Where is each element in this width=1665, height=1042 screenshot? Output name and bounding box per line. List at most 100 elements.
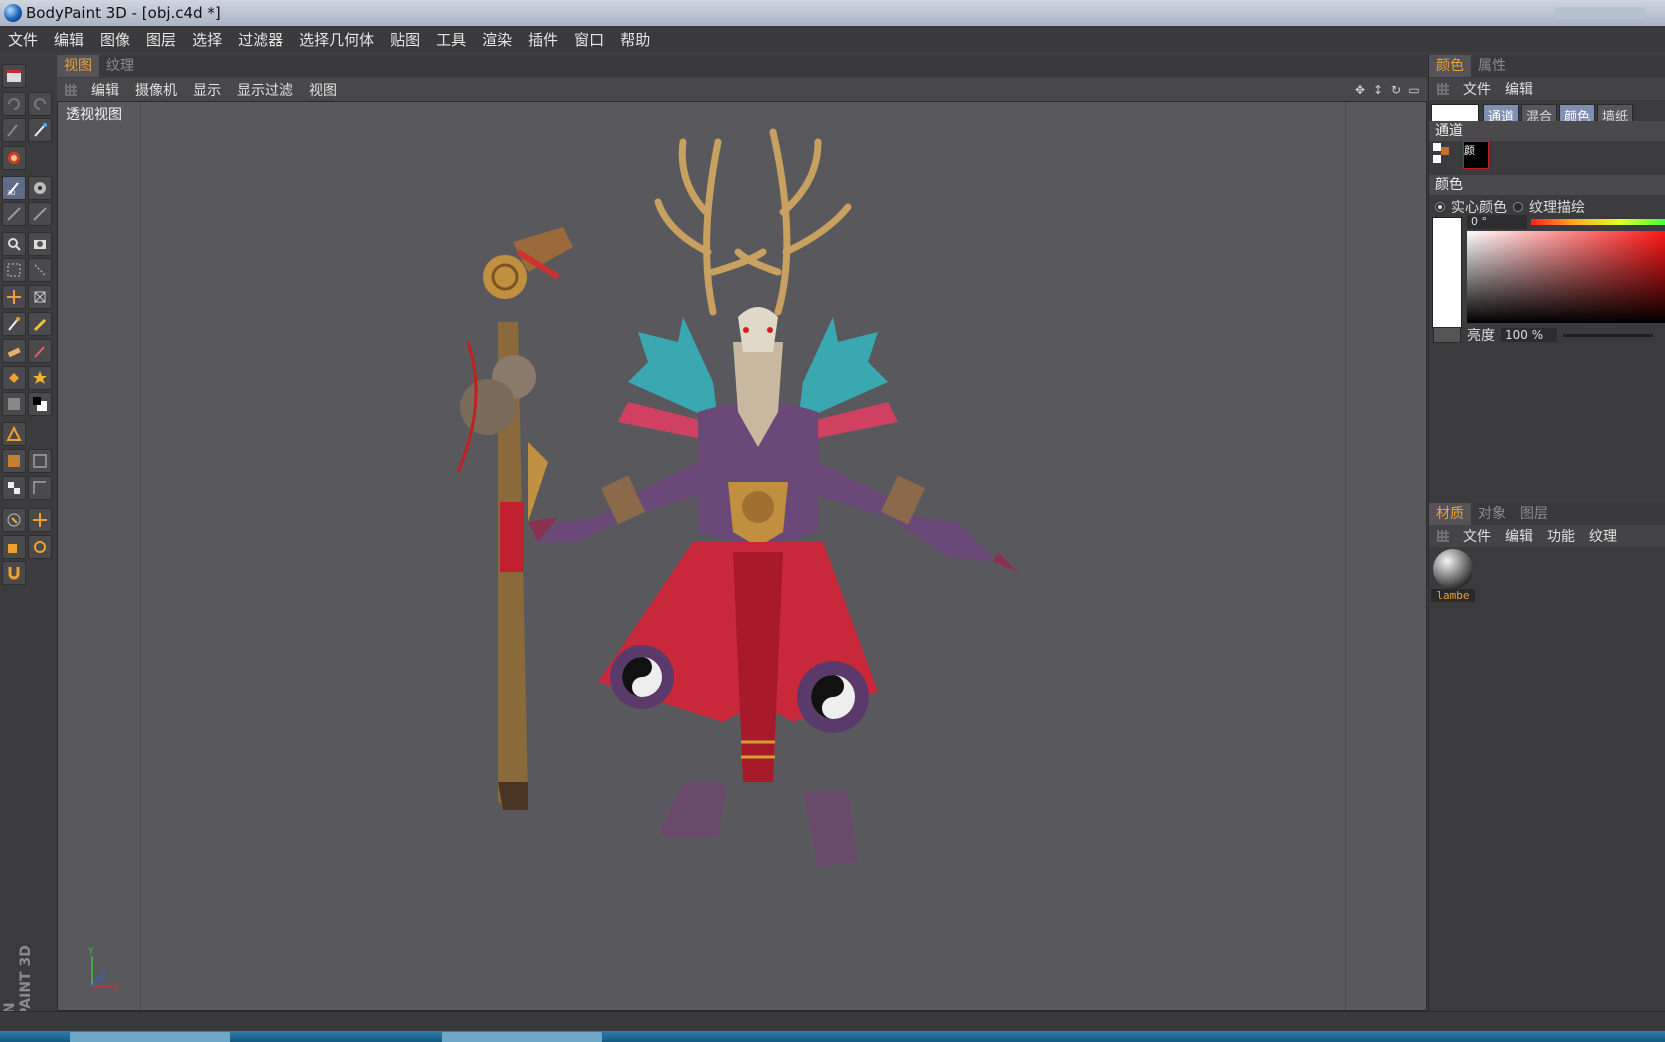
tab-objects[interactable]: 对象 [1471,503,1513,525]
undo-icon[interactable] [2,92,26,116]
paint-3d-icon[interactable]: 3D [2,176,26,200]
material-sphere-icon [1433,549,1473,589]
channel-swatch-icon[interactable] [1433,143,1453,167]
fill-bucket-icon[interactable] [2,366,26,390]
tab-layers[interactable]: 图层 [1513,503,1555,525]
brightness-toggle[interactable] [1433,327,1461,343]
tab-texture[interactable]: 纹理 [99,55,141,77]
lasso-select-icon[interactable] [28,258,52,282]
brightness-row: 亮度 100 % [1433,325,1665,345]
magnet-icon[interactable] [2,561,26,585]
brightness-slider[interactable] [1563,333,1653,337]
mat-menu-function[interactable]: 功能 [1547,526,1575,546]
live-select-icon[interactable] [2,508,26,532]
radio-texture-label[interactable]: 纹理描绘 [1529,197,1585,217]
vp-menu-view[interactable]: 视图 [309,80,337,100]
tab-attributes[interactable]: 属性 [1471,55,1513,77]
mat-menu-file[interactable]: 文件 [1463,526,1491,546]
uv-polygon-icon[interactable] [2,422,26,446]
mat-menu-edit[interactable]: 编辑 [1505,526,1533,546]
taskbar-item[interactable] [70,1032,230,1042]
menu-tools[interactable]: 工具 [436,29,466,50]
hue-input[interactable]: 0 ° [1467,215,1527,229]
hue-slider[interactable] [1531,219,1665,225]
vp-menu-display[interactable]: 显示 [193,80,221,100]
brush-icon[interactable] [2,312,26,336]
grip-icon[interactable] [1437,530,1449,542]
menu-edit[interactable]: 编辑 [54,29,84,50]
menu-select-geometry[interactable]: 选择几何体 [299,29,374,50]
material-name: lambe [1431,589,1475,602]
channel-row: 颜 [1433,141,1513,171]
eyedropper-icon[interactable] [28,339,52,363]
menu-select[interactable]: 选择 [192,29,222,50]
uv-mesh-icon[interactable] [28,476,52,500]
taskbar-item[interactable] [442,1032,602,1042]
paint-setup-icon[interactable] [28,176,52,200]
window-title: BodyPaint 3D - [obj.c4d *] [26,4,221,22]
material-thumbnail[interactable]: lambe [1431,547,1475,603]
viewport-tabs: 视图 纹理 [57,55,1427,77]
color-menu-file[interactable]: 文件 [1463,79,1491,99]
color-menu-edit[interactable]: 编辑 [1505,79,1533,99]
menu-plugins[interactable]: 插件 [528,29,558,50]
brightness-input[interactable]: 100 % [1501,328,1557,342]
render-icon[interactable] [2,146,26,170]
menu-layer[interactable]: 图层 [146,29,176,50]
radio-texture-icon[interactable] [1513,202,1523,212]
menu-help[interactable]: 帮助 [620,29,650,50]
window-controls[interactable] [1555,7,1645,19]
grip-icon[interactable] [65,83,77,96]
menu-filter[interactable]: 过滤器 [238,29,283,50]
axis-gizmo: Y Z X [87,947,119,992]
color-panel-tabs: 颜色 属性 [1429,55,1665,77]
magic-wand-icon[interactable] [28,118,52,142]
vp-menu-edit[interactable]: 编辑 [91,80,119,100]
menu-render[interactable]: 渲染 [482,29,512,50]
checker-icon[interactable] [2,476,26,500]
maximize-icon[interactable]: ▭ [1407,83,1421,97]
tab-color[interactable]: 颜色 [1429,55,1471,77]
scale-icon[interactable] [2,535,26,559]
menu-window[interactable]: 窗口 [574,29,604,50]
radio-solid-icon[interactable] [1435,202,1445,212]
saturation-value-picker[interactable] [1467,231,1665,323]
gradient-icon[interactable] [2,392,26,416]
radio-solid-label[interactable]: 实心颜色 [1451,197,1507,217]
camera-icon[interactable] [28,232,52,256]
channel-color-item[interactable]: 颜 [1463,141,1489,169]
vp-menu-display-filter[interactable]: 显示过滤 [237,80,293,100]
perspective-viewport[interactable]: 透视视图 Y Z X [57,101,1427,1011]
uv-points-icon[interactable] [2,449,26,473]
redo-icon[interactable] [28,92,52,116]
projection-paint-icon[interactable] [2,118,26,142]
viewport-nav: ✥ ↕ ↻ ▭ [1353,78,1427,101]
uv-edit-alt-icon[interactable] [28,202,52,226]
menu-texture[interactable]: 贴图 [390,29,420,50]
vp-menu-camera[interactable]: 摄像机 [135,80,177,100]
zoom-icon[interactable]: ↕ [1371,83,1385,97]
orbit-icon[interactable]: ↻ [1389,83,1403,97]
color-swatch-icon[interactable] [28,392,52,416]
eraser-icon[interactable] [2,339,26,363]
tab-view[interactable]: 视图 [57,55,99,77]
character-model[interactable] [58,102,1427,1011]
transform-icon[interactable] [28,285,52,309]
move-object-icon[interactable] [28,508,52,532]
rotate-icon[interactable] [28,535,52,559]
pan-icon[interactable]: ✥ [1353,83,1367,97]
uv-edit-icon[interactable] [2,202,26,226]
move-icon[interactable] [2,285,26,309]
menu-image[interactable]: 图像 [100,29,130,50]
magnifier-icon[interactable] [2,232,26,256]
mat-menu-texture[interactable]: 纹理 [1589,526,1617,546]
antlers-image [654,128,852,316]
tab-materials[interactable]: 材质 [1429,503,1471,525]
grip-icon[interactable] [1437,83,1449,95]
pencil-icon[interactable] [28,312,52,336]
layout-icon[interactable] [2,64,26,88]
menu-file[interactable]: 文件 [8,29,38,50]
uv-edges-icon[interactable] [28,449,52,473]
star-shape-icon[interactable] [28,366,52,390]
rect-select-icon[interactable] [2,258,26,282]
